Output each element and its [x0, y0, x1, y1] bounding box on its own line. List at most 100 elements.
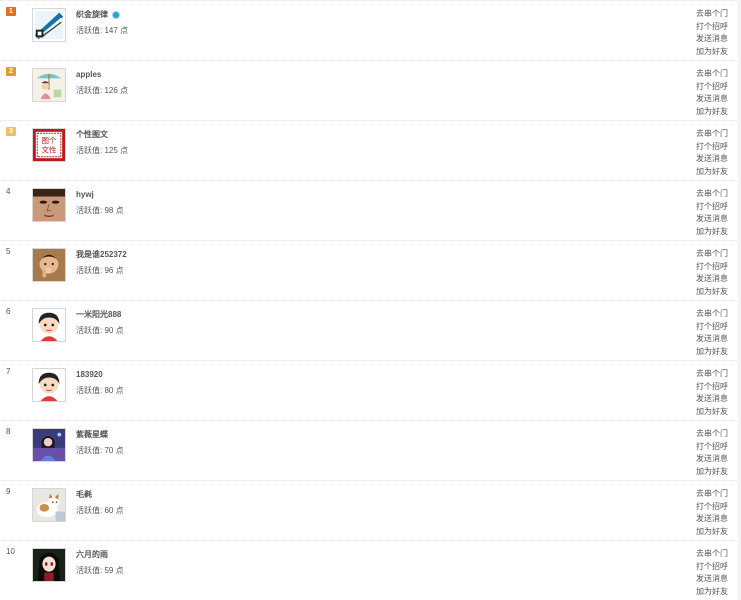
add-friend-link[interactable]: 加为好友	[696, 166, 728, 179]
anime-girl-avatar[interactable]	[32, 548, 66, 582]
user-actions: 去串个门 打个招呼 发送消息 加为好友	[696, 248, 728, 298]
activity-score-label: 活跃值:	[76, 446, 103, 455]
activity-score-value: 125	[104, 146, 118, 155]
activity-score-label: 活跃值:	[76, 146, 103, 155]
list-item: 6 一米阳光888 活跃值: 90 点 去串个门 打个招呼 发送消息 加为好友	[0, 301, 741, 361]
greet-link[interactable]: 打个招呼	[696, 501, 728, 514]
greet-link[interactable]: 打个招呼	[696, 441, 728, 454]
activity-score-label: 活跃值:	[76, 326, 103, 335]
activity-score-label: 活跃值:	[76, 86, 103, 95]
add-friend-link[interactable]: 加为好友	[696, 406, 728, 419]
greet-link[interactable]: 打个招呼	[696, 81, 728, 94]
greet-link[interactable]: 打个招呼	[696, 261, 728, 274]
activity-score-value: 70	[104, 446, 114, 455]
add-friend-link[interactable]: 加为好友	[696, 46, 728, 59]
activity-score-unit: 点	[115, 326, 124, 335]
greet-link[interactable]: 打个招呼	[696, 381, 728, 394]
visit-link[interactable]: 去串个门	[696, 8, 728, 21]
rank-medal-badge: 2	[6, 67, 16, 76]
send-message-link[interactable]: 发送消息	[696, 513, 728, 526]
activity-score-label: 活跃值:	[76, 26, 103, 35]
add-friend-link[interactable]: 加为好友	[696, 286, 728, 299]
greet-link[interactable]: 打个招呼	[696, 201, 728, 214]
visit-link[interactable]: 去串个门	[696, 128, 728, 141]
activity-score-unit: 点	[115, 506, 124, 515]
send-message-link[interactable]: 发送消息	[696, 153, 728, 166]
send-message-link[interactable]: 发送消息	[696, 393, 728, 406]
send-message-link[interactable]: 发送消息	[696, 333, 728, 346]
activity-score: 活跃值: 59 点	[76, 565, 124, 576]
username-link[interactable]: apples	[76, 69, 101, 80]
user-actions: 去串个门 打个招呼 发送消息 加为好友	[696, 128, 728, 178]
activity-score-value: 60	[104, 506, 114, 515]
visit-link[interactable]: 去串个门	[696, 188, 728, 201]
rank-number: 8	[6, 427, 11, 436]
send-message-link[interactable]: 发送消息	[696, 273, 728, 286]
list-item: 10 六月的雨 活跃值: 59 点 去串个门 打个招呼 发送消息 加为好友	[0, 541, 741, 600]
face-closeup-avatar[interactable]	[32, 188, 66, 222]
activity-score-label: 活跃值:	[76, 266, 103, 275]
rank-number: 4	[6, 187, 11, 196]
send-message-link[interactable]: 发送消息	[696, 213, 728, 226]
visit-link[interactable]: 去串个门	[696, 308, 728, 321]
activity-score-unit: 点	[115, 566, 124, 575]
visit-link[interactable]: 去串个门	[696, 368, 728, 381]
activity-ranking-list: 1 织金旋律 活跃值: 147 点去串个门 打个招呼 发送消息 加为好友 2 apples 活跃…	[0, 0, 741, 600]
username-link[interactable]: 毛毵	[76, 489, 92, 500]
svg-text:文性: 文性	[41, 145, 57, 155]
user-actions: 去串个门 打个招呼 发送消息 加为好友	[696, 428, 728, 478]
activity-score: 活跃值: 80 点	[76, 385, 124, 396]
add-friend-link[interactable]: 加为好友	[696, 106, 728, 119]
girl-with-parasol-avatar[interactable]	[32, 68, 66, 102]
add-friend-link[interactable]: 加为好友	[696, 346, 728, 359]
send-message-link[interactable]: 发送消息	[696, 573, 728, 586]
user-actions: 去串个门 打个招呼 发送消息 加为好友	[696, 68, 728, 118]
list-item: 5 我是谁252372 活跃值: 96 点 去串个门 打个招呼 发送消息 加为好友	[0, 241, 741, 301]
visit-link[interactable]: 去串个门	[696, 248, 728, 261]
cartoon-boy-avatar[interactable]	[32, 308, 66, 342]
visit-link[interactable]: 去串个门	[696, 488, 728, 501]
activity-score-unit: 点	[115, 386, 124, 395]
username-text: 我是谁252372	[76, 250, 127, 259]
username-link[interactable]: 织金旋律	[76, 9, 120, 20]
send-message-link[interactable]: 发送消息	[696, 33, 728, 46]
greet-link[interactable]: 打个招呼	[696, 321, 728, 334]
activity-score: 活跃值: 96 点	[76, 265, 124, 276]
username-text: 织金旋律	[76, 10, 108, 19]
purple-photo-avatar[interactable]	[32, 428, 66, 462]
list-item: 7 183920 活跃值: 80 点 去串个门 打个招呼 发送消息 加为好友	[0, 361, 741, 421]
username-text: 个性图文	[76, 130, 108, 139]
cat-avatar[interactable]	[32, 488, 66, 522]
send-message-link[interactable]: 发送消息	[696, 453, 728, 466]
qr-style-avatar[interactable]	[32, 8, 66, 42]
username-link[interactable]: 我是谁252372	[76, 249, 127, 260]
red-chinese-text-avatar[interactable]: 图个 文性	[32, 128, 66, 162]
username-link[interactable]: 一米阳光888	[76, 309, 121, 320]
send-message-link[interactable]: 发送消息	[696, 93, 728, 106]
visit-link[interactable]: 去串个门	[696, 68, 728, 81]
visit-link[interactable]: 去串个门	[696, 428, 728, 441]
greet-link[interactable]: 打个招呼	[696, 141, 728, 154]
username-text: hywj	[76, 190, 94, 199]
username-link[interactable]: 个性图文	[76, 129, 108, 140]
list-item: 8 紫薇星蝶 活跃值: 70 点 去串个门 打个招呼 发送消息 加为好友	[0, 421, 741, 481]
activity-score-value: 147	[104, 26, 118, 35]
username-link[interactable]: 紫薇星蝶	[76, 429, 108, 440]
activity-score: 活跃值: 125 点	[76, 145, 128, 156]
greet-link[interactable]: 打个招呼	[696, 561, 728, 574]
rank-number: 9	[6, 487, 11, 496]
add-friend-link[interactable]: 加为好友	[696, 526, 728, 539]
child-photo-avatar[interactable]	[32, 248, 66, 282]
activity-score-label: 活跃值:	[76, 206, 103, 215]
add-friend-link[interactable]: 加为好友	[696, 586, 728, 599]
rank-number: 5	[6, 247, 11, 256]
username-link[interactable]: hywj	[76, 189, 94, 200]
activity-score-value: 90	[104, 326, 114, 335]
greet-link[interactable]: 打个招呼	[696, 21, 728, 34]
cartoon-boy-avatar[interactable]	[32, 368, 66, 402]
visit-link[interactable]: 去串个门	[696, 548, 728, 561]
add-friend-link[interactable]: 加为好友	[696, 466, 728, 479]
username-link[interactable]: 183920	[76, 369, 103, 380]
username-link[interactable]: 六月的雨	[76, 549, 108, 560]
add-friend-link[interactable]: 加为好友	[696, 226, 728, 239]
